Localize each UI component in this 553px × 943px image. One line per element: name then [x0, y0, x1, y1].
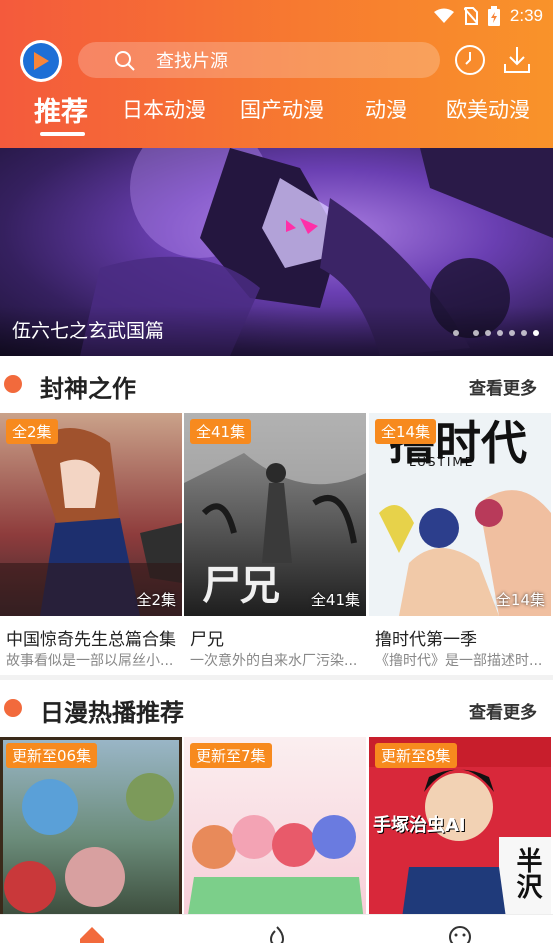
pagination-dot[interactable] [453, 330, 459, 336]
pagination-dot[interactable] [509, 330, 515, 336]
tab-western-anime[interactable]: 欧美动漫 [446, 94, 530, 124]
episode-badge: 全2集 [6, 419, 58, 444]
active-tab-indicator [40, 132, 85, 136]
history-button[interactable] [454, 44, 486, 76]
tab-japanese-anime[interactable]: 日本动漫 [122, 94, 206, 124]
pagination-dot[interactable] [497, 330, 503, 336]
tab-recommend[interactable]: 推荐 [34, 90, 88, 129]
banner-title: 伍六七之玄武国篇 [12, 320, 165, 342]
see-more-button[interactable]: 查看更多 [469, 698, 537, 723]
card-thumbnail: 全2集 全2集 [0, 413, 182, 616]
card-thumbnail: 更新至06集 [0, 737, 182, 914]
episode-badge: 更新至7集 [190, 743, 272, 768]
card-thumbnail: 撸时代 LUSTIME 全14集 全14集 [369, 413, 551, 616]
episode-badge: 更新至8集 [375, 743, 457, 768]
episode-count: 全2集 [136, 591, 176, 609]
header: 2:39 查找片源 推荐 日本动漫 国产动漫 动漫 欧美动漫 [0, 0, 553, 148]
episode-badge: 全14集 [375, 419, 437, 444]
card-title: 尸兄 [190, 630, 224, 650]
episode-count: 全14集 [495, 591, 545, 609]
section-title: 封神之作 [40, 375, 136, 403]
card-row-hot-japanese: 更新至06集 更新至7集 手塚治虫AI 半沢 更新至8集 [0, 737, 553, 914]
card-row-featured: 全2集 全2集 中国惊奇先生总篇合集 故事看似是一部以屌丝小... 尸兄 全41… [0, 413, 553, 675]
search-icon [115, 51, 135, 71]
bottom-navigation [0, 914, 553, 943]
thumbnail-vertical-text: 半沢 [512, 847, 542, 899]
app-root: 2:39 查找片源 推荐 日本动漫 国产动漫 动漫 欧美动漫 伍六七之玄武国篇 … [0, 0, 553, 943]
card-description: 一次意外的自来水厂污染... [190, 653, 358, 669]
search-placeholder: 查找片源 [156, 51, 228, 72]
banner-pagination [453, 330, 539, 336]
nav-discover[interactable] [262, 925, 292, 943]
thumbnail-headline-text: 手塚治虫AI [373, 815, 466, 836]
status-time: 2:39 [509, 6, 543, 25]
download-button[interactable] [501, 44, 533, 76]
episode-count: 全41集 [310, 591, 360, 609]
smiley-icon [449, 926, 471, 943]
banner-carousel[interactable]: 伍六七之玄武国篇 [0, 148, 553, 356]
section-header-featured: 封神之作 查看更多 [0, 356, 553, 412]
episode-badge: 更新至06集 [6, 743, 98, 768]
play-logo-icon [23, 43, 59, 79]
card-thumbnail: 尸兄 全41集 全41集 [184, 413, 366, 616]
category-tabs: 推荐 日本动漫 国产动漫 动漫 欧美动漫 [0, 88, 553, 138]
flame-icon [269, 926, 285, 943]
pagination-dot[interactable] [485, 330, 491, 336]
thumbnail-logo-text: 尸兄 [202, 563, 280, 609]
card-title: 撸时代第一季 [375, 630, 477, 650]
pagination-dot[interactable] [533, 330, 539, 336]
no-sim-icon [463, 7, 478, 25]
episode-badge: 全41集 [190, 419, 252, 444]
card-description: 《撸时代》是一部描述时... [375, 653, 543, 669]
clock-icon [455, 45, 485, 75]
search-bar[interactable]: 查找片源 [78, 42, 440, 78]
wifi-icon [433, 8, 454, 23]
pagination-dot[interactable] [473, 330, 479, 336]
section-header-hot-japanese: 日漫热播推荐 查看更多 [0, 680, 553, 736]
card-thumbnail: 更新至7集 [184, 737, 366, 914]
card-title: 中国惊奇先生总篇合集 [6, 630, 176, 650]
section-title: 日漫热播推荐 [40, 699, 184, 727]
tab-anime[interactable]: 动漫 [365, 94, 407, 124]
battery-icon [487, 6, 500, 26]
status-bar: 2:39 [433, 4, 543, 28]
card-description: 故事看似是一部以屌丝小... [6, 653, 174, 669]
app-logo[interactable] [20, 40, 62, 82]
home-icon [80, 927, 104, 943]
card-thumbnail: 手塚治虫AI 半沢 更新至8集 [369, 737, 551, 914]
nav-home[interactable] [77, 925, 107, 943]
pagination-dot[interactable] [521, 330, 527, 336]
section-marker-icon [4, 699, 22, 717]
see-more-button[interactable]: 查看更多 [469, 374, 537, 399]
section-marker-icon [4, 375, 22, 393]
download-icon [504, 47, 530, 73]
tab-chinese-anime[interactable]: 国产动漫 [240, 94, 324, 124]
nav-profile[interactable] [445, 925, 475, 943]
